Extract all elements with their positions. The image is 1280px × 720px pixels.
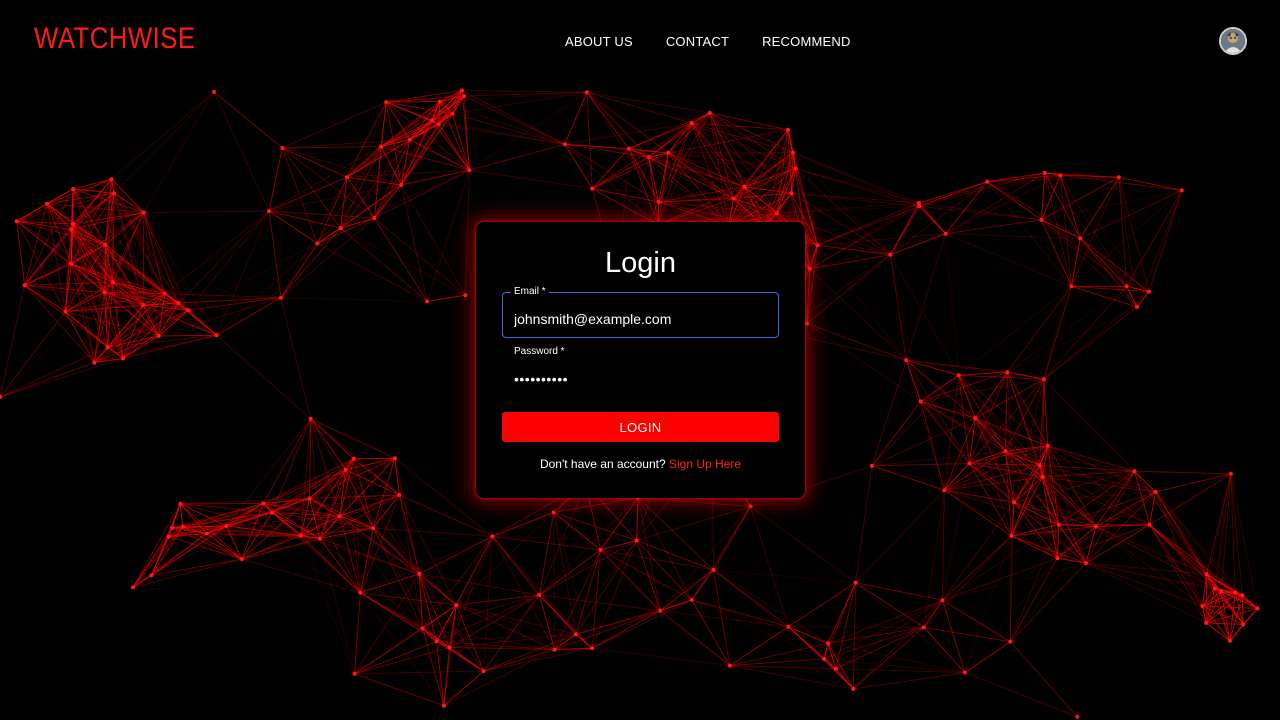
nav-about-us[interactable]: ABOUT US [565, 34, 633, 49]
login-button[interactable]: LOGIN [502, 412, 779, 442]
signup-link[interactable]: Sign Up Here [669, 457, 741, 471]
password-field[interactable]: Password * [502, 346, 779, 398]
email-input[interactable] [503, 293, 778, 337]
signup-row: Don't have an account? Sign Up Here [476, 457, 805, 471]
nav-contact[interactable]: CONTACT [666, 34, 729, 49]
user-avatar-icon[interactable] [1219, 27, 1247, 55]
top-navigation-bar: WATCHWISE ABOUT US CONTACT RECOMMEND [0, 0, 1280, 82]
password-input[interactable] [503, 353, 778, 397]
signup-prompt: Don't have an account? [539, 457, 666, 471]
main-nav: ABOUT US CONTACT RECOMMEND [565, 34, 851, 49]
login-title: Login [605, 247, 676, 279]
email-field[interactable]: Email * [502, 286, 779, 338]
login-card: Login Email * Password * LOGIN Don't hav… [476, 222, 805, 498]
nav-recommend[interactable]: RECOMMEND [762, 34, 850, 49]
site-logo[interactable]: WATCHWISE [34, 22, 196, 56]
